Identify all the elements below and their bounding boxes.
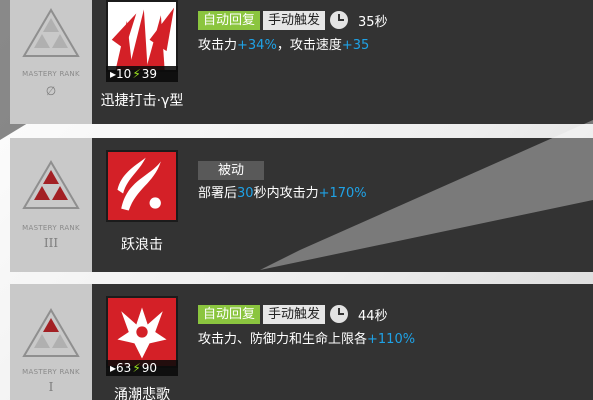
mastery-rank-panel: MASTERY RANK III	[10, 138, 92, 272]
rank-value: I	[48, 380, 54, 394]
tag-passive: 被动	[198, 160, 265, 180]
desc-highlight: +35	[341, 38, 370, 53]
skill-description: 部署后30秒内攻击力+170%	[198, 182, 367, 201]
skill-duration: 35秒	[358, 14, 388, 30]
mastery-rank-panel: MASTERY RANK ∅	[10, 0, 92, 124]
desc-highlight: +110%	[367, 332, 416, 347]
skill-description: 攻击力+34%，攻击速度+35	[198, 34, 369, 53]
tag-auto-recovery: 自动回复	[198, 10, 261, 30]
skill-row-3[interactable]: MASTERY RANK I ▸63⚡90 涌潮悲歌 自动回复 手动触发 44秒…	[10, 284, 593, 400]
skill-description: 攻击力、防御力和生命上限各+110%	[198, 328, 415, 347]
mastery-triangle-icon	[22, 160, 80, 209]
sp-cost-badge: ▸63⚡90	[106, 360, 178, 376]
skill-row-1[interactable]: MASTERY RANK ∅ ▸10⚡39 迅捷打击·γ型 自动回复 手动触发 …	[10, 0, 593, 124]
desc-highlight: +34%	[237, 38, 277, 53]
skill-tags: 自动回复 手动触发 35秒	[198, 10, 388, 30]
skill-name: 迅捷打击·γ型	[100, 93, 184, 109]
mastery-triangle-icon	[22, 308, 80, 357]
desc-text: 攻击力、防御力和生命上限各	[198, 332, 368, 347]
swift-strike-icon[interactable]	[106, 0, 178, 72]
sp-bolt-icon: ⚡	[132, 361, 141, 375]
skill-name: 跃浪击	[121, 237, 163, 253]
rank-value: III	[43, 236, 59, 250]
skill-tags: 自动回复 手动触发 44秒	[198, 304, 388, 324]
skill-tags: 被动	[198, 160, 267, 180]
tag-auto-recovery: 自动回复	[198, 304, 261, 324]
clock-icon	[330, 11, 349, 29]
rank-title: MASTERY RANK	[22, 70, 80, 78]
tag-manual-trigger: 手动触发	[263, 304, 326, 324]
sp-bolt-icon: ⚡	[132, 67, 141, 81]
skill-name: 涌潮悲歌	[114, 387, 170, 400]
clock-icon	[330, 305, 349, 323]
rank-title: MASTERY RANK	[22, 368, 80, 376]
desc-text: 攻击力	[198, 38, 238, 53]
desc-highlight: 30	[237, 186, 254, 201]
rank-title: MASTERY RANK	[22, 224, 80, 232]
tide-lament-icon[interactable]	[106, 296, 178, 368]
sp-cost: 90	[141, 361, 158, 375]
skill-row-2[interactable]: MASTERY RANK III 跃浪击 被动 部署后30秒内攻击力+170%	[10, 138, 593, 272]
wave-leap-strike-icon[interactable]	[106, 150, 178, 222]
sp-cost-badge: ▸10⚡39	[106, 66, 178, 82]
desc-highlight: +170%	[318, 186, 367, 201]
sp-initial: 63	[116, 361, 132, 375]
skill-duration: 44秒	[358, 308, 388, 324]
mastery-rank-panel: MASTERY RANK I	[10, 284, 92, 400]
rank-value: ∅	[45, 84, 57, 98]
desc-text: 部署后	[198, 186, 238, 201]
sp-cost: 39	[141, 67, 158, 81]
mastery-triangle-icon	[22, 8, 80, 57]
desc-text: ，攻击速度	[276, 38, 342, 53]
sp-initial: 10	[116, 67, 132, 81]
desc-text: 秒内攻击力	[253, 186, 319, 201]
tag-manual-trigger: 手动触发	[263, 10, 326, 30]
